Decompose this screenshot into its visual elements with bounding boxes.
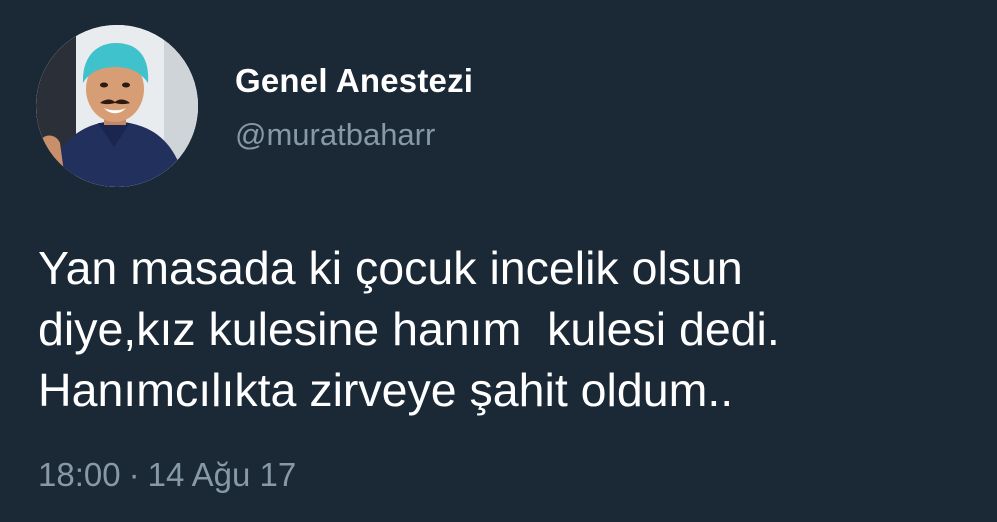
separator: · (128, 456, 140, 493)
tweet-text: Yan masada ki çocuk incelik olsun diye,kı… (38, 238, 978, 421)
tweet-text-line: diye,kız kulesine hanım kulesi dedi. (38, 303, 780, 355)
tweet-text-line: Yan masada ki çocuk incelik olsun (38, 242, 743, 294)
author-handle[interactable]: @muratbaharr (235, 117, 435, 153)
tweet-date: 14 Ağu 17 (147, 456, 297, 493)
tweet-timestamp[interactable]: 18:00 · 14 Ağu 17 (38, 456, 296, 494)
profile-photo-icon (36, 25, 198, 187)
avatar[interactable] (36, 25, 198, 187)
tweet-text-line: Hanımcılıkta zirveye şahit oldum.. (38, 364, 734, 416)
tweet-card: Genel Anestezi @muratbaharr Yan masada k… (0, 0, 997, 522)
tweet-time: 18:00 (38, 456, 121, 493)
author-display-name[interactable]: Genel Anestezi (235, 62, 473, 100)
